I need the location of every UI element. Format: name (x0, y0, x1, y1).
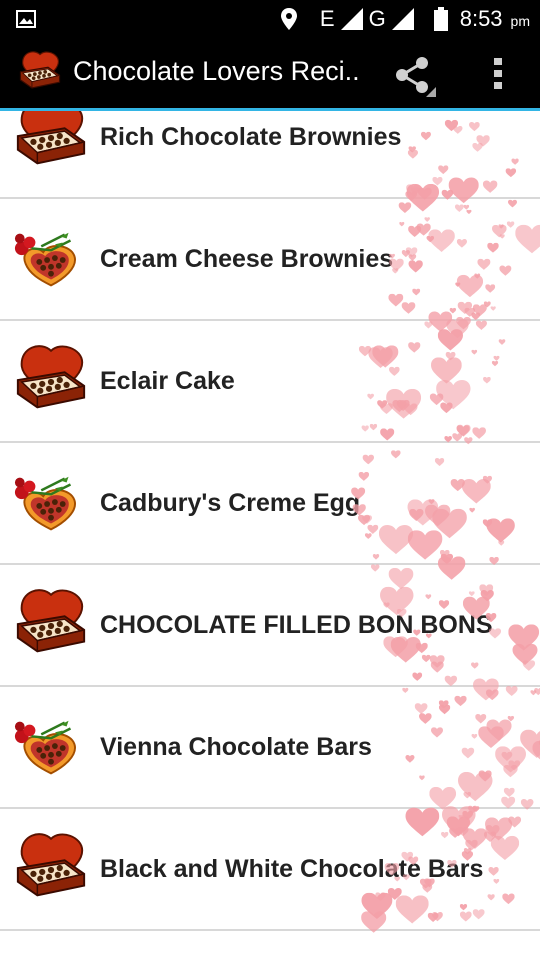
app-title: Chocolate Lovers Reci.. (73, 56, 360, 86)
recipe-title: Rich Chocolate Brownies (100, 123, 402, 151)
share-icon[interactable] (392, 55, 438, 99)
network-type-e: E (319, 6, 335, 31)
clock-ampm: pm (510, 13, 530, 29)
chocolate-heart-box-icon (12, 111, 90, 177)
list-item[interactable]: Cream Cheese Brownies (0, 199, 540, 321)
recipe-list[interactable]: Rich Chocolate Brownies Cream Cheese Bro… (0, 111, 540, 960)
recipe-title: Vienna Chocolate Bars (100, 733, 372, 761)
signal-icon (340, 8, 363, 30)
chocolate-roses-box-icon (12, 465, 90, 543)
chocolate-heart-box-icon (12, 831, 90, 909)
signal-icon-2 (391, 8, 414, 30)
list-item[interactable]: CHOCOLATE FILLED BON BONS (0, 565, 540, 687)
clock-time: 8:53 (459, 6, 503, 31)
location-icon (280, 8, 297, 30)
battery-icon (433, 7, 448, 31)
chocolate-roses-box-icon (12, 709, 90, 787)
recipe-title: Cadbury's Creme Egg (100, 489, 361, 517)
recipe-title: CHOCOLATE FILLED BON BONS (100, 611, 493, 639)
more-options-icon[interactable] (488, 56, 508, 92)
chocolate-box-icon[interactable] (16, 50, 64, 96)
action-bar: Chocolate Lovers Reci.. (0, 38, 540, 111)
list-item[interactable]: Vienna Chocolate Bars (0, 687, 540, 809)
list-item[interactable]: Rich Chocolate Brownies (0, 111, 540, 199)
gallery-notification-icon (16, 10, 36, 28)
list-item[interactable]: Eclair Cake (0, 321, 540, 443)
status-icons: E G 8:53 pm (280, 0, 530, 38)
chocolate-roses-box-icon (12, 221, 90, 299)
list-item[interactable]: Cadbury's Creme Egg (0, 443, 540, 565)
network-type-g: G (368, 6, 386, 31)
recipe-title: Cream Cheese Brownies (100, 245, 394, 273)
recipe-title: Eclair Cake (100, 367, 235, 395)
chocolate-heart-box-icon (12, 343, 90, 421)
status-bar: E G 8:53 pm (0, 0, 540, 38)
chocolate-heart-box-icon (12, 587, 90, 665)
recipe-title: Black and White Chocolate Bars (100, 855, 484, 883)
list-item[interactable]: Black and White Chocolate Bars (0, 809, 540, 931)
